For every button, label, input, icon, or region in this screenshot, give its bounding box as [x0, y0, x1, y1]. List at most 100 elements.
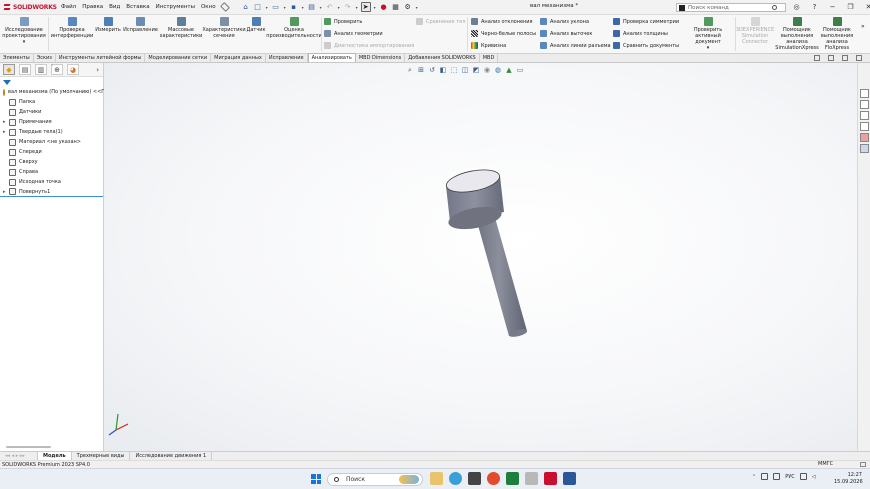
parting-line-button[interactable]: Анализ линии разъема [540, 42, 611, 49]
restore-icon[interactable]: ❐ [846, 2, 855, 11]
tree-item[interactable]: Спереди [0, 147, 103, 157]
home-icon[interactable]: ⌂ [241, 2, 251, 12]
tree-item[interactable]: Исходная точка [0, 177, 103, 187]
model-tab-0[interactable]: Модель [38, 452, 72, 460]
import-diagnostics-button[interactable]: Диагностика импортирования [324, 42, 414, 49]
measure-button[interactable]: Измерить [94, 17, 122, 33]
curvature-button[interactable]: Кривизна [471, 42, 506, 49]
mass-properties-button[interactable]: Массовые характеристики [159, 17, 203, 39]
edge-app-icon[interactable] [449, 472, 462, 485]
tray-app2-icon[interactable] [773, 473, 781, 480]
tree-item[interactable]: Справа [0, 167, 103, 177]
undercut-button[interactable]: Анализ выточек [540, 30, 592, 37]
file-explorer-icon[interactable] [859, 111, 869, 120]
redo-icon[interactable]: ↷ [343, 2, 353, 12]
tab-6[interactable]: Анализировать [307, 53, 356, 62]
zebra-button[interactable]: Черно-белые полосы [471, 30, 536, 37]
compare-documents-button[interactable]: Сравнить документы [613, 42, 679, 49]
tab-7[interactable]: MBD Dimensions [356, 53, 406, 62]
chevron-down-icon[interactable]: ▾ [283, 5, 287, 10]
property-manager-tab[interactable]: ▤ [19, 64, 31, 75]
clock[interactable]: 12:27 15.09.2026 [834, 472, 863, 486]
options-gear-icon[interactable]: ⚙ [403, 2, 413, 12]
interference-button[interactable]: Проверка интерференции [51, 17, 93, 39]
tree-root-part[interactable]: вал механизма (По умолчанию) <<По у [0, 87, 113, 97]
save-icon[interactable]: ▪ [289, 2, 299, 12]
taskbar-search[interactable]: Поиск [327, 473, 423, 486]
tab-5[interactable]: Исправление [266, 53, 308, 62]
command-search-input[interactable]: Поиск команд [676, 3, 786, 12]
rebuild-icon[interactable]: ● [379, 2, 389, 12]
menu-insert[interactable]: Вставка [123, 4, 152, 10]
section-properties-button[interactable]: Характеристики сечения [202, 17, 246, 39]
tray-app-icon[interactable] [761, 473, 769, 480]
resources-icon[interactable] [859, 89, 869, 98]
configuration-manager-tab[interactable]: ▥ [35, 64, 47, 75]
layout-icon[interactable] [828, 55, 834, 61]
tree-item[interactable]: ▸ Примечания [0, 117, 103, 127]
chevron-down-icon[interactable]: ▾ [319, 5, 323, 10]
menu-tools[interactable]: Инструменты [153, 4, 198, 10]
floxpress-button[interactable]: Помощник выполнения анализа FloXpress [819, 17, 855, 51]
repair-button[interactable]: Исправление [123, 17, 158, 33]
tab-scroll-arrows[interactable]: ◂◂ ◂ ▸ ▸▸ [0, 452, 38, 460]
performance-button[interactable]: Оценка производительности [266, 17, 322, 39]
solidworks-logo[interactable]: SOLIDWORKS [0, 3, 58, 11]
draft-analysis-button[interactable]: Анализ уклона [540, 18, 589, 25]
status-toggle-icon[interactable] [860, 462, 866, 467]
filter-icon[interactable] [3, 79, 11, 85]
symmetry-check-button[interactable]: Проверка симметрии [613, 18, 679, 25]
open-icon[interactable]: ▭ [271, 2, 281, 12]
compare-bodies-button[interactable]: Сравнение тел [416, 18, 465, 25]
chevron-down-icon[interactable]: ▾ [337, 5, 341, 10]
chevron-down-icon[interactable]: ▾ [301, 5, 305, 10]
word-app-icon[interactable] [563, 472, 576, 485]
new-document-icon[interactable]: □ [253, 2, 263, 12]
tab-4[interactable]: Миграция данных [211, 53, 266, 62]
pin-icon[interactable] [219, 2, 230, 12]
file-properties-icon[interactable]: ▦ [391, 2, 401, 12]
minimize-icon[interactable]: − [828, 2, 837, 11]
tile-icon[interactable] [814, 55, 820, 61]
user-icon[interactable]: ◎ [792, 2, 801, 11]
tool-app-icon[interactable] [525, 472, 538, 485]
simxpress-button[interactable]: Помощник выполнения анализа SimulationXp… [775, 17, 819, 51]
check-active-document-button[interactable]: Проверить активный документ ▾ [682, 17, 734, 51]
select-cursor-icon[interactable]: ➤ [360, 2, 371, 12]
chevron-down-icon[interactable]: ▾ [373, 5, 377, 10]
tree-item[interactable]: Сверху [0, 157, 103, 167]
tab-8[interactable]: Добавления SOLIDWORKS [405, 53, 480, 62]
view-palette-icon[interactable] [859, 122, 869, 131]
tree-item[interactable]: Датчики [0, 107, 103, 117]
design-library-icon[interactable] [859, 100, 869, 109]
tree-filter[interactable] [0, 77, 103, 87]
tree-item[interactable]: ▸ Повернуть1 [0, 187, 103, 197]
print-icon[interactable]: ▤ [307, 2, 317, 12]
chrome-app-icon[interactable] [487, 472, 500, 485]
design-study-button[interactable]: Исследование проектирования ▾ [2, 17, 46, 45]
file-explorer-app-icon[interactable] [430, 472, 443, 485]
search-icon[interactable] [772, 5, 777, 10]
display-manager-tab[interactable]: ◕ [67, 64, 79, 75]
panel-grip-icon[interactable]: ⌃ [50, 64, 54, 70]
tab-0[interactable]: Элементы [0, 53, 34, 62]
check-button[interactable]: Проверить [324, 18, 362, 25]
menu-view[interactable]: Вид [106, 4, 123, 10]
menu-window[interactable]: Окно [198, 4, 219, 10]
ribbon-overflow-icon[interactable]: » [861, 23, 865, 30]
deviation-button[interactable]: Анализ отклонения [471, 18, 533, 25]
shaft-part[interactable] [445, 166, 528, 338]
model-tab-2[interactable]: Исследование движения 1 [130, 452, 213, 460]
menu-file[interactable]: Файл [58, 4, 79, 10]
undo-icon[interactable]: ↶ [325, 2, 335, 12]
close-icon[interactable]: ✕ [864, 2, 870, 11]
volume-icon[interactable]: ◁ [812, 474, 816, 480]
chevron-down-icon[interactable]: ▾ [265, 5, 269, 10]
close-view-icon[interactable] [856, 55, 862, 61]
help-icon[interactable]: ? [810, 2, 819, 11]
tree-item[interactable]: Папка [0, 97, 103, 107]
units-selector[interactable]: ММГС [818, 461, 833, 467]
appearances-icon[interactable] [859, 133, 869, 142]
simulation-connector-button[interactable]: 3DEXPERIENCE Simulation Connector [736, 17, 774, 45]
green-app-icon[interactable] [506, 472, 519, 485]
